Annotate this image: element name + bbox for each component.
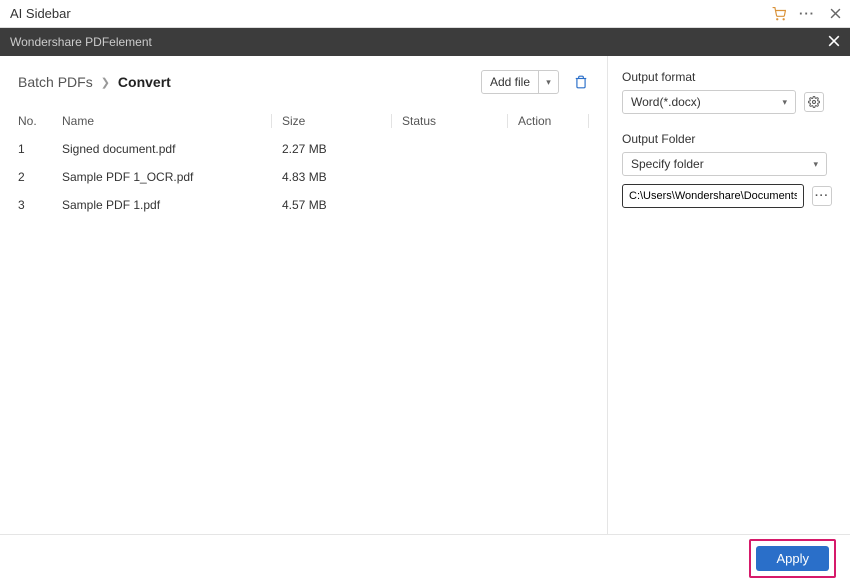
window-title: Wondershare PDFelement <box>10 35 828 49</box>
output-format-select[interactable]: Word(*.docx) ▾ <box>622 90 796 114</box>
output-path-input[interactable] <box>622 184 804 208</box>
col-no: No. <box>18 114 62 128</box>
cart-icon[interactable] <box>772 7 786 21</box>
chevron-down-icon[interactable]: ▾ <box>538 71 558 93</box>
table-body: 1Signed document.pdf2.27 MB2Sample PDF 1… <box>18 135 589 219</box>
close-top-icon[interactable] <box>828 7 842 21</box>
settings-pane: Output format Word(*.docx) ▾ Output Fold… <box>607 56 850 534</box>
footer: Apply <box>0 534 850 582</box>
add-file-label: Add file <box>482 75 538 89</box>
chevron-right-icon: ❯ <box>101 76 110 89</box>
col-action: Action <box>508 114 589 128</box>
col-status: Status <box>392 114 508 128</box>
cell-no: 2 <box>18 170 62 184</box>
cell-no: 3 <box>18 198 62 212</box>
cell-size: 2.27 MB <box>272 142 392 156</box>
output-format-label: Output format <box>622 70 834 84</box>
cell-name: Sample PDF 1_OCR.pdf <box>62 170 272 184</box>
app-title: AI Sidebar <box>10 6 772 21</box>
cell-size: 4.57 MB <box>272 198 392 212</box>
col-size: Size <box>272 114 392 128</box>
close-icon[interactable] <box>828 34 840 50</box>
chevron-down-icon: ▾ <box>782 97 787 108</box>
window-titlebar: Wondershare PDFelement <box>0 28 850 56</box>
breadcrumb-root[interactable]: Batch PDFs <box>18 74 93 90</box>
browse-button[interactable]: ··· <box>812 186 832 206</box>
cell-no: 1 <box>18 142 62 156</box>
apply-button[interactable]: Apply <box>756 546 829 571</box>
output-folder-label: Output Folder <box>622 132 834 146</box>
col-name: Name <box>62 114 272 128</box>
cell-name: Sample PDF 1.pdf <box>62 198 272 212</box>
more-icon[interactable]: ··· <box>800 7 814 21</box>
table-header: No. Name Size Status Action <box>18 108 589 135</box>
table-row[interactable]: 1Signed document.pdf2.27 MB <box>18 135 589 163</box>
output-folder-value: Specify folder <box>631 157 704 171</box>
breadcrumb-current: Convert <box>118 74 171 90</box>
cell-size: 4.83 MB <box>272 170 392 184</box>
output-folder-select[interactable]: Specify folder ▾ <box>622 152 827 176</box>
app-topbar: AI Sidebar ··· <box>0 0 850 28</box>
main-pane: Batch PDFs ❯ Convert Add file ▾ No. Name… <box>0 56 607 534</box>
trash-icon[interactable] <box>573 74 589 90</box>
breadcrumb: Batch PDFs ❯ Convert <box>18 74 481 90</box>
table-row[interactable]: 3Sample PDF 1.pdf4.57 MB <box>18 191 589 219</box>
output-format-value: Word(*.docx) <box>631 95 701 109</box>
add-file-button[interactable]: Add file ▾ <box>481 70 559 94</box>
chevron-down-icon: ▾ <box>813 159 818 170</box>
settings-gear-button[interactable] <box>804 92 824 112</box>
apply-highlight: Apply <box>749 539 836 578</box>
table-row[interactable]: 2Sample PDF 1_OCR.pdf4.83 MB <box>18 163 589 191</box>
cell-name: Signed document.pdf <box>62 142 272 156</box>
